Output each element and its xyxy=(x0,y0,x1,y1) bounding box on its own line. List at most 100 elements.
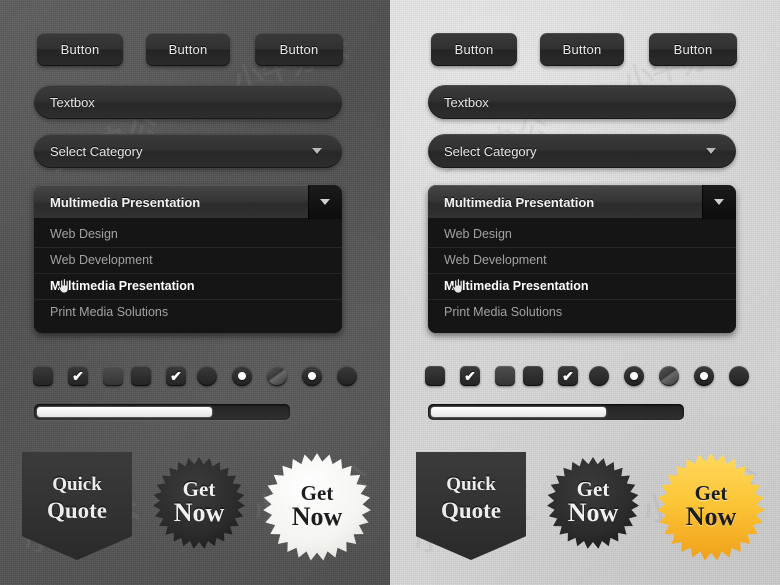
button-3-light[interactable]: Button xyxy=(649,33,737,66)
dropdown-header[interactable]: Multimedia Presentation xyxy=(428,185,736,219)
get-now-badge-white[interactable]: Get Now xyxy=(262,452,372,562)
radio-dot xyxy=(630,372,638,380)
radio-3[interactable] xyxy=(659,366,679,386)
badge-line-1: Get xyxy=(182,477,216,502)
badge-line-1: Get xyxy=(694,481,728,506)
progress-bar-fill xyxy=(37,407,212,417)
dropdown-toggle-button[interactable] xyxy=(702,185,736,219)
textbox-value: Textbox xyxy=(50,94,95,110)
dropdown-item-label: Web Development xyxy=(50,253,153,267)
dropdown-header-label: Multimedia Presentation xyxy=(444,194,595,210)
radio-dot xyxy=(700,372,708,380)
dropdown-item-label: Print Media Solutions xyxy=(50,305,169,319)
checkbox-5[interactable]: ✔ xyxy=(166,366,186,386)
ribbon-line-2: Quote xyxy=(46,498,108,523)
dropdown-item-web-development[interactable]: Web Development xyxy=(428,247,736,273)
ui-kit-preview: 小牛办公 小牛办公 小牛办公 小牛办公 Button Button Button… xyxy=(0,0,780,585)
ribbon-line-2: Quote xyxy=(440,498,502,523)
radio-1[interactable] xyxy=(589,366,609,386)
radio-5[interactable] xyxy=(337,366,357,386)
dropdown-item-web-design[interactable]: Web Design xyxy=(34,221,342,247)
radio-dot xyxy=(238,372,246,380)
checkbox-3[interactable] xyxy=(495,366,515,386)
radio-dot xyxy=(308,372,316,380)
select-category-light[interactable]: Select Category xyxy=(428,134,736,168)
dropdown-header[interactable]: Multimedia Presentation xyxy=(34,185,342,219)
radio-2[interactable] xyxy=(232,366,252,386)
dropdown-header-label: Multimedia Presentation xyxy=(50,194,201,210)
progress-bar-fill xyxy=(431,407,606,417)
textbox-input[interactable]: Textbox xyxy=(34,85,342,119)
textbox-value: Textbox xyxy=(444,94,489,110)
button-2[interactable]: Button xyxy=(146,33,230,66)
select-category[interactable]: Select Category xyxy=(34,134,342,168)
get-now-badge-dark-light-panel[interactable]: Get Now xyxy=(546,456,640,550)
radio-4[interactable] xyxy=(302,366,322,386)
checkbox-group: ✔ xyxy=(33,366,123,386)
checkbox-5[interactable]: ✔ xyxy=(558,366,578,386)
dropdown-item-label: Web Development xyxy=(444,253,547,267)
dropdown-toggle-button[interactable] xyxy=(308,185,342,219)
radio-5[interactable] xyxy=(729,366,749,386)
check-icon: ✔ xyxy=(170,368,182,384)
progress-bar[interactable] xyxy=(34,404,290,420)
radio-1[interactable] xyxy=(197,366,217,386)
dropdown-open-light: Multimedia Presentation Web Design Web D… xyxy=(428,185,736,333)
ribbon-line-1: Quick xyxy=(52,474,102,495)
dropdown-item-label: Web Design xyxy=(50,227,118,241)
dropdown-list: Web Design Web Development Multimedia Pr… xyxy=(34,219,342,333)
dropdown-item-web-development[interactable]: Web Development xyxy=(34,247,342,273)
dropdown-item-label: Print Media Solutions xyxy=(444,305,563,319)
dropdown-item-web-design[interactable]: Web Design xyxy=(428,221,736,247)
chevron-down-icon xyxy=(706,148,716,154)
progress-bar-light[interactable] xyxy=(428,404,684,420)
checkbox-group-2: ✔ xyxy=(131,366,186,386)
select-category-value: Select Category xyxy=(444,143,537,159)
pointing-hand-cursor xyxy=(57,278,69,294)
textbox-input-light[interactable]: Textbox xyxy=(428,85,736,119)
select-category-value: Select Category xyxy=(50,143,143,159)
get-now-badge-dark[interactable]: Get Now xyxy=(152,456,246,550)
badge-label: Get Now xyxy=(567,477,619,528)
checkbox-4[interactable] xyxy=(131,366,151,386)
radio-4[interactable] xyxy=(694,366,714,386)
radio-3[interactable] xyxy=(267,366,287,386)
badge-line-2: Now xyxy=(685,502,737,532)
pointing-hand-cursor xyxy=(451,278,463,294)
checkbox-2[interactable]: ✔ xyxy=(460,366,480,386)
check-icon: ✔ xyxy=(464,368,476,384)
badge-line-2: Now xyxy=(173,498,225,528)
dropdown-item-multimedia-presentation[interactable]: Multimedia Presentation xyxy=(34,273,342,299)
chevron-down-icon xyxy=(312,148,322,154)
radio-group xyxy=(197,366,357,386)
checkbox-1[interactable] xyxy=(33,366,53,386)
button-1[interactable]: Button xyxy=(37,33,123,66)
button-1-light[interactable]: Button xyxy=(431,33,517,66)
radio-2[interactable] xyxy=(624,366,644,386)
ribbon-line-1: Quick xyxy=(446,474,496,495)
get-now-badge-gold[interactable]: Get Now xyxy=(656,452,766,562)
checkbox-4[interactable] xyxy=(523,366,543,386)
check-icon: ✔ xyxy=(562,368,574,384)
checkbox-2[interactable]: ✔ xyxy=(68,366,88,386)
dropdown-item-multimedia-presentation[interactable]: Multimedia Presentation xyxy=(428,273,736,299)
badge-label: Get Now xyxy=(173,477,225,528)
button-2-light[interactable]: Button xyxy=(540,33,624,66)
dropdown-item-print-media-solutions[interactable]: Print Media Solutions xyxy=(428,299,736,325)
badge-line-1: Get xyxy=(576,477,610,502)
chevron-down-icon xyxy=(714,199,724,205)
dropdown-open: Multimedia Presentation Web Design Web D… xyxy=(34,185,342,333)
badge-label: Get Now xyxy=(685,481,737,532)
checkbox-1[interactable] xyxy=(425,366,445,386)
button-3[interactable]: Button xyxy=(255,33,343,66)
badge-label: Get Now xyxy=(291,481,343,532)
dropdown-item-print-media-solutions[interactable]: Print Media Solutions xyxy=(34,299,342,325)
radio-group-light xyxy=(589,366,749,386)
checkbox-group-2-light: ✔ xyxy=(523,366,578,386)
badge-line-2: Now xyxy=(567,498,619,528)
check-icon: ✔ xyxy=(72,368,84,384)
badge-line-2: Now xyxy=(291,502,343,532)
dropdown-item-label: Multimedia Presentation xyxy=(444,279,589,293)
checkbox-3[interactable] xyxy=(103,366,123,386)
badge-line-1: Get xyxy=(300,481,334,506)
